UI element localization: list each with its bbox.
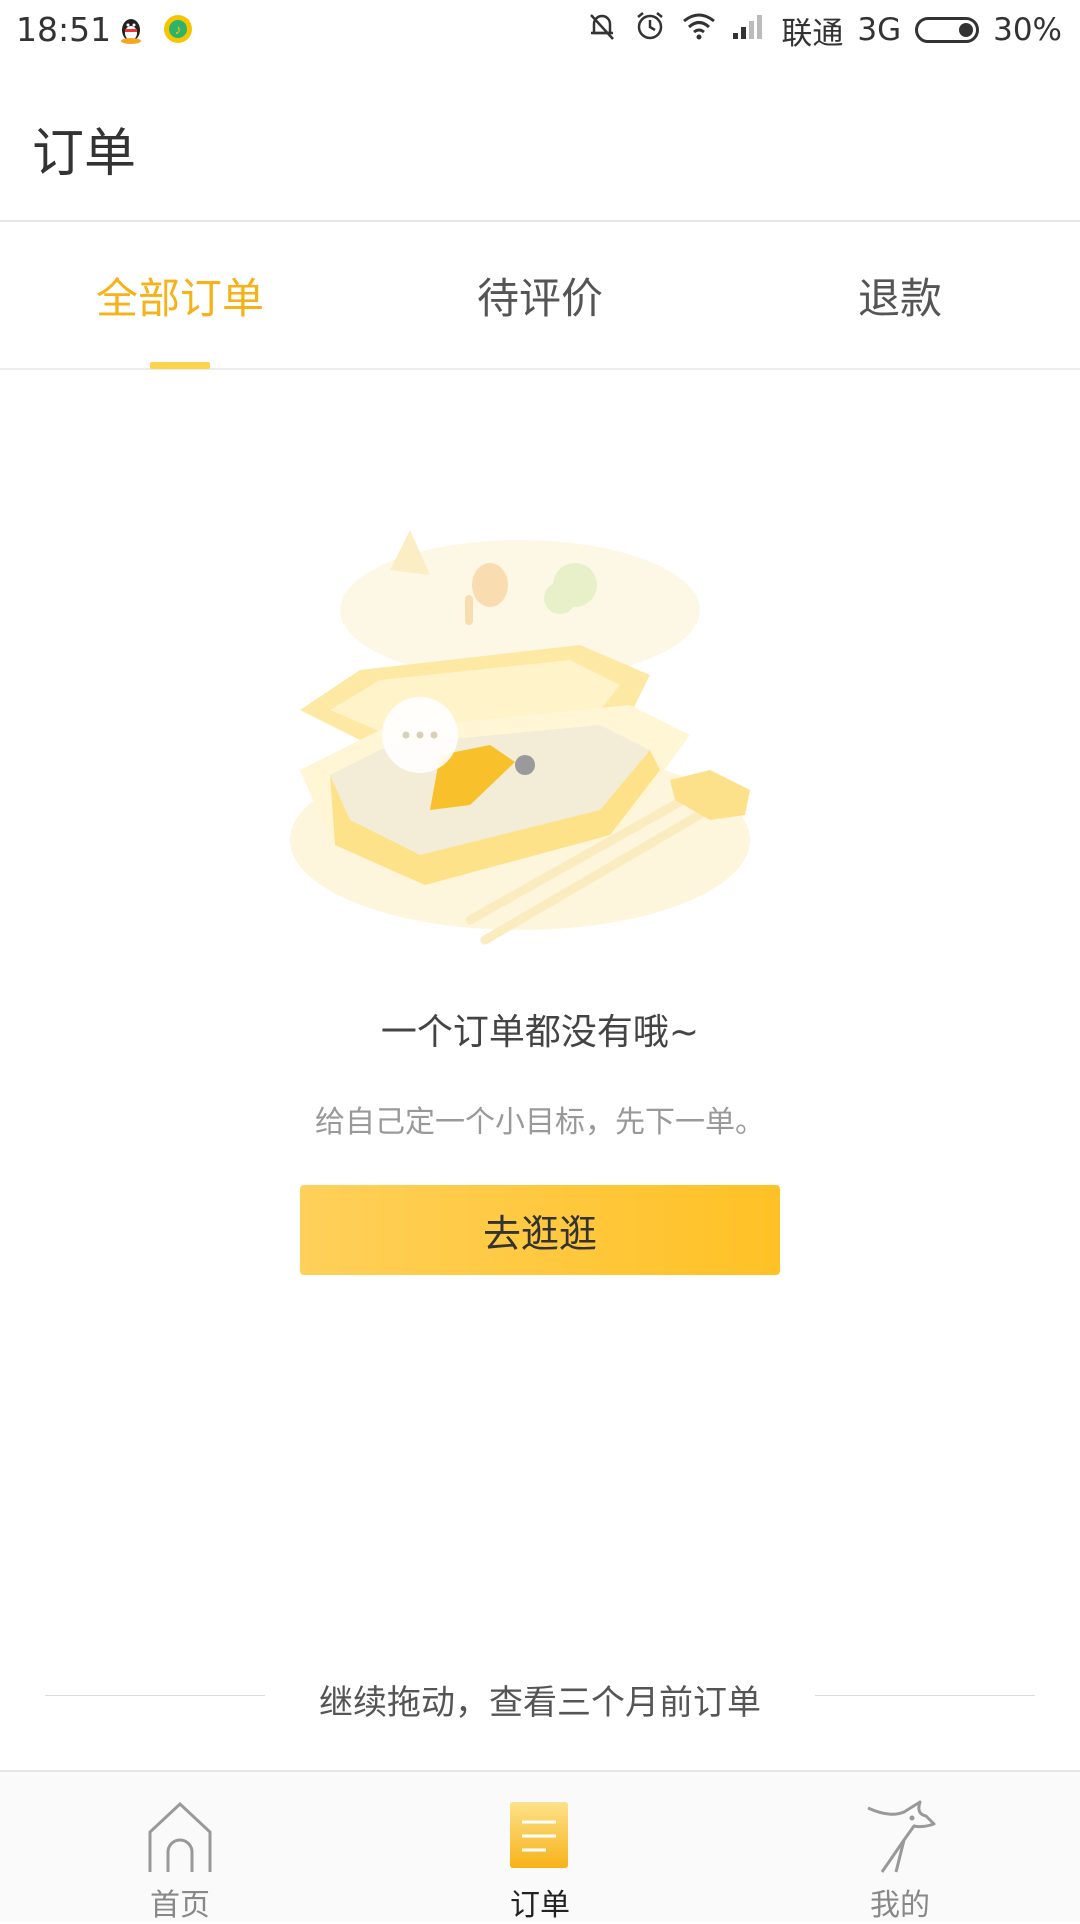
battery-percent: 30% [993,12,1062,48]
empty-title: 一个订单都没有哦~ [380,1012,700,1053]
empty-orders-illustration [270,500,810,960]
network-type: 3G [857,12,902,48]
order-list-icon [500,1794,580,1874]
wifi-icon [681,11,717,49]
battery-icon [915,17,980,43]
nav-item-home[interactable]: 首页 [0,1772,360,1923]
home-icon [140,1794,220,1874]
status-right: 联通 3G 30% [585,8,1062,52]
app-header: 订单 [0,62,1080,222]
svg-text:♪: ♪ [175,21,182,37]
bottom-nav: 首页 订单 我的 [0,1770,1080,1923]
older-orders-hint: 继续拖动，查看三个月前订单 [0,1675,1080,1723]
nav-label-mine: 我的 [870,1888,930,1923]
older-orders-hint-text: 继续拖动，查看三个月前订单 [319,1683,761,1723]
music-app-icon: ♪ [163,14,193,44]
empty-subtitle: 给自己定一个小目标，先下一单。 [315,1105,765,1140]
tab-all-orders[interactable]: 全部订单 [0,222,360,368]
qq-icon [116,14,146,44]
signal-icon [731,11,767,49]
active-tab-indicator [150,362,210,369]
nav-item-mine[interactable]: 我的 [720,1772,1080,1923]
status-time: 18:51 [16,10,112,49]
carrier-name: 联通 [781,15,844,52]
browse-button[interactable]: 去逛逛 [300,1185,780,1275]
nav-item-orders[interactable]: 订单 [360,1772,720,1923]
mute-bell-icon [585,9,619,51]
tab-refund[interactable]: 退款 [720,222,1080,368]
nav-label-orders: 订单 [510,1888,570,1923]
order-tabs: 全部订单 待评价 退款 [0,222,1080,370]
nav-label-home: 首页 [150,1888,210,1923]
status-bar: 18:51 ♪ 联通 3G 30% [0,0,1080,62]
page-title: 订单 [32,124,137,184]
profile-deer-icon [860,1794,940,1874]
alarm-icon [633,9,667,51]
tab-pending-review[interactable]: 待评价 [360,222,720,368]
